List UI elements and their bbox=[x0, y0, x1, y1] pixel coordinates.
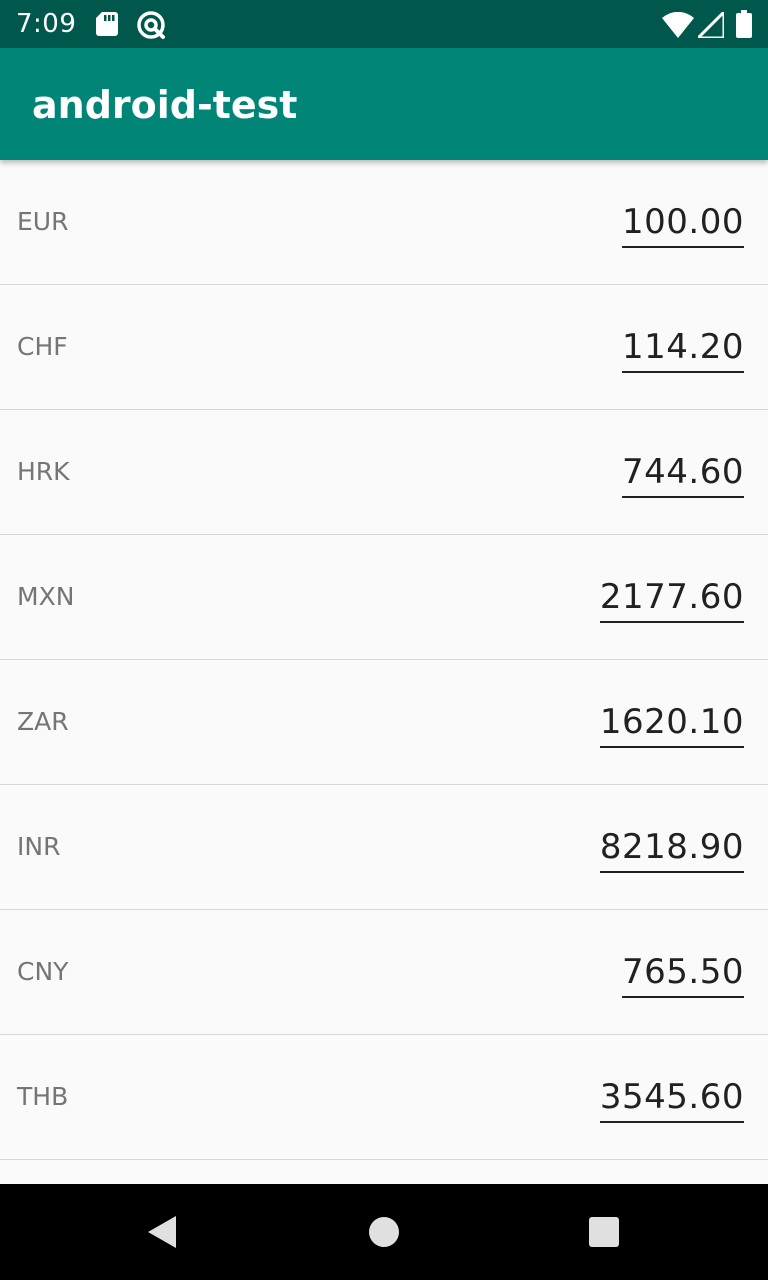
currency-code: ZAR bbox=[17, 707, 69, 736]
currency-list[interactable]: EUR 100.00 CHF 114.20 HRK 744.60 MXN 217… bbox=[0, 160, 768, 1184]
currency-code: EUR bbox=[17, 207, 69, 236]
amount-input[interactable]: 114.20 bbox=[622, 325, 744, 373]
list-item[interactable]: INR 8218.90 bbox=[0, 785, 768, 910]
amount-input[interactable]: 2177.60 bbox=[599, 575, 744, 623]
status-bar: 7:09 bbox=[0, 0, 768, 48]
amount-input[interactable]: 3545.60 bbox=[599, 1075, 744, 1123]
currency-code: INR bbox=[17, 832, 61, 861]
currency-code: THB bbox=[17, 1082, 69, 1111]
list-item[interactable]: EUR 100.00 bbox=[0, 160, 768, 285]
app-bar: android-test bbox=[0, 48, 768, 160]
amount-input[interactable]: 100.00 bbox=[622, 200, 744, 248]
currency-code: MXN bbox=[17, 582, 75, 611]
back-icon[interactable] bbox=[140, 1208, 188, 1256]
list-item[interactable]: ZAR 1620.10 bbox=[0, 660, 768, 785]
currency-code: HRK bbox=[17, 457, 70, 486]
status-time: 7:09 bbox=[16, 9, 77, 39]
app-title: android-test bbox=[32, 83, 298, 127]
navigation-bar bbox=[0, 1184, 768, 1280]
signal-icon bbox=[698, 12, 724, 38]
amount-input[interactable]: 744.60 bbox=[622, 450, 744, 498]
list-item[interactable]: CHF 114.20 bbox=[0, 285, 768, 410]
home-icon[interactable] bbox=[360, 1208, 408, 1256]
amount-input[interactable]: 1620.10 bbox=[599, 700, 744, 748]
list-item[interactable]: THB 3545.60 bbox=[0, 1035, 768, 1160]
list-item[interactable]: MXN 2177.60 bbox=[0, 535, 768, 660]
currency-code: CHF bbox=[17, 332, 68, 361]
sd-card-icon bbox=[96, 12, 118, 36]
list-item[interactable]: CNY 765.50 bbox=[0, 910, 768, 1035]
battery-icon bbox=[736, 10, 752, 38]
amount-input[interactable]: 765.50 bbox=[622, 950, 744, 998]
recents-icon[interactable] bbox=[580, 1208, 628, 1256]
currency-code: CNY bbox=[17, 957, 69, 986]
list-item[interactable]: HRK 744.60 bbox=[0, 410, 768, 535]
wifi-icon bbox=[662, 12, 694, 38]
vpn-icon bbox=[137, 11, 165, 39]
amount-input[interactable]: 8218.90 bbox=[599, 825, 744, 873]
